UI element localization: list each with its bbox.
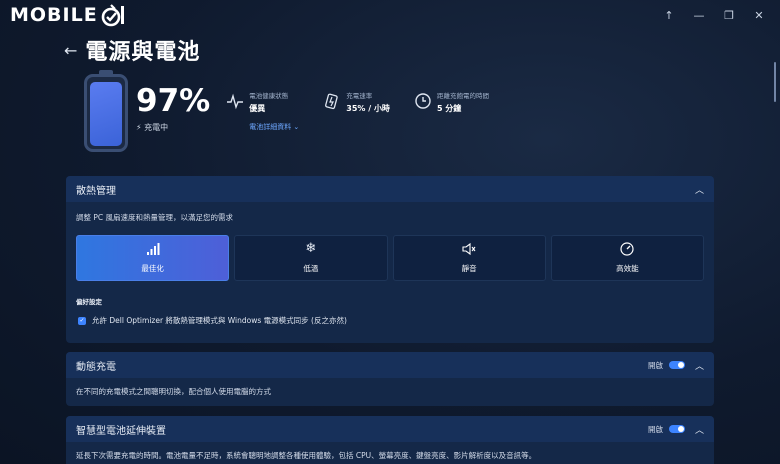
restore-button[interactable]: ❐ [714,9,744,22]
thermal-panel-header[interactable]: 散熱管理 ︿ [66,176,714,202]
mode-label: 低溫 [303,264,319,273]
pulse-icon [227,93,244,110]
health-label: 電池健康狀態 [249,92,289,100]
dynamic-charging-toggle[interactable] [668,361,685,369]
dynamic-charging-header[interactable]: 動態充電 開啟 ︿ [66,352,714,378]
scroll-top-button[interactable]: ↑ [654,9,684,22]
dynamic-charging-title: 動態充電 [76,361,116,373]
battery-extender-header[interactable]: 智慧型電池延伸裝置 開啟 ︿ [66,416,714,442]
charge-rate-value: 35% / 小時 [346,104,390,113]
charge-rate-stat: 充電速率 35% / 小時 [323,90,390,114]
battery-summary: 97% ⚡ 充電中 電池健康狀態 優異 電池詳細資料 ⌄ 充電速率 35% / … [84,70,489,152]
chevron-up-icon[interactable]: ︿ [695,423,704,436]
dynamic-charging-panel: 動態充電 開啟 ︿ 在不同的充電模式之間聰明切換，配合個人使用電腦的方式 [66,352,714,406]
back-button[interactable]: ← [64,41,77,60]
mode-label: 最佳化 [141,264,164,273]
window-controls: ↑ — ❐ ✕ [654,9,774,22]
charge-rate-label: 充電速率 [346,92,373,100]
minimize-button[interactable]: — [684,9,714,22]
battery-extender-toggle-wrap: 開啟 ︿ [648,423,704,436]
mode-label: 靜音 [461,264,477,273]
charge-rate-icon [325,93,339,110]
thermal-management-panel: 散熱管理 ︿ 調整 PC 風扇速度和熱量管理，以滿足您的需求 最佳化 ❄ 低溫 … [66,176,714,343]
time-to-full-stat: 距離充飽電的時間 5 分鐘 [414,90,489,114]
page-header: ← 電源與電池 [64,34,200,66]
time-to-full-label: 距離充飽電的時間 [436,92,489,100]
mode-performance-button[interactable]: 高效能 [550,235,704,281]
optimized-icon [146,243,160,255]
title-bar: MOBILE ↑ — ❐ ✕ [0,0,780,30]
logo-text: MOBILE [10,4,98,26]
battery-percent: 97% [136,83,211,119]
clock-icon [415,93,431,109]
gauge-icon [620,242,634,256]
logo-mark-icon [100,3,126,27]
sync-checkbox[interactable]: ✓ [78,316,86,325]
battery-health-stat: 電池健康狀態 優異 電池詳細資料 ⌄ [226,90,299,132]
app-logo: MOBILE [10,3,126,27]
toggle-label: 開啟 [647,360,663,370]
close-button[interactable]: ✕ [744,9,774,22]
preferences-heading: 偏好設定 [76,298,102,306]
battery-extender-toggle[interactable] [668,425,685,433]
battery-percent-block: 97% ⚡ 充電中 [136,86,210,133]
mode-label: 高效能 [616,264,639,273]
charging-status: ⚡ 充電中 [136,122,210,133]
battery-extender-panel: 智慧型電池延伸裝置 開啟 ︿ 延長下次需要充電的時間。電池電量不足時，系統會聰明… [66,416,714,464]
sync-preference-row: ✓ 允許 Dell Optimizer 將散熱管理模式與 Windows 電源模… [66,306,714,326]
chevron-up-icon[interactable]: ︿ [695,183,704,196]
sync-preference-label: 允許 Dell Optimizer 將散熱管理模式與 Windows 電源模式同… [92,316,347,325]
page-title: 電源與電池 [85,40,201,65]
battery-icon [84,70,128,152]
health-value: 優異 [249,104,266,113]
dynamic-charging-toggle-wrap: 開啟 ︿ [648,359,704,372]
scrollbar-thumb[interactable] [774,62,776,102]
thermal-title: 散熱管理 [76,185,116,197]
chevron-up-icon[interactable]: ︿ [695,359,704,372]
thermal-description: 調整 PC 風扇速度和熱量管理，以滿足您的需求 [76,213,234,222]
time-to-full-value: 5 分鐘 [436,104,462,113]
lightning-icon: ⚡ [136,123,142,132]
thermal-mode-group: 最佳化 ❄ 低溫 靜音 高效能 [66,223,714,281]
battery-details-link[interactable]: 電池詳細資料 ⌄ [249,122,299,132]
battery-extender-title: 智慧型電池延伸裝置 [76,425,166,437]
dynamic-charging-description: 在不同的充電模式之間聰明切換，配合個人使用電腦的方式 [76,387,271,396]
snowflake-icon: ❄ [305,241,317,256]
mode-quiet-button[interactable]: 靜音 [392,235,546,281]
toggle-label: 開啟 [647,424,663,434]
mode-optimized-button[interactable]: 最佳化 [76,235,230,281]
battery-level-fill [90,82,122,146]
charging-label: 充電中 [144,123,169,132]
battery-extender-description: 延長下次需要充電的時間。電池電量不足時，系統會聰明地調整各種使用體驗，包括 CP… [76,451,537,460]
mute-icon [462,242,476,256]
mode-cool-button[interactable]: ❄ 低溫 [234,235,388,281]
